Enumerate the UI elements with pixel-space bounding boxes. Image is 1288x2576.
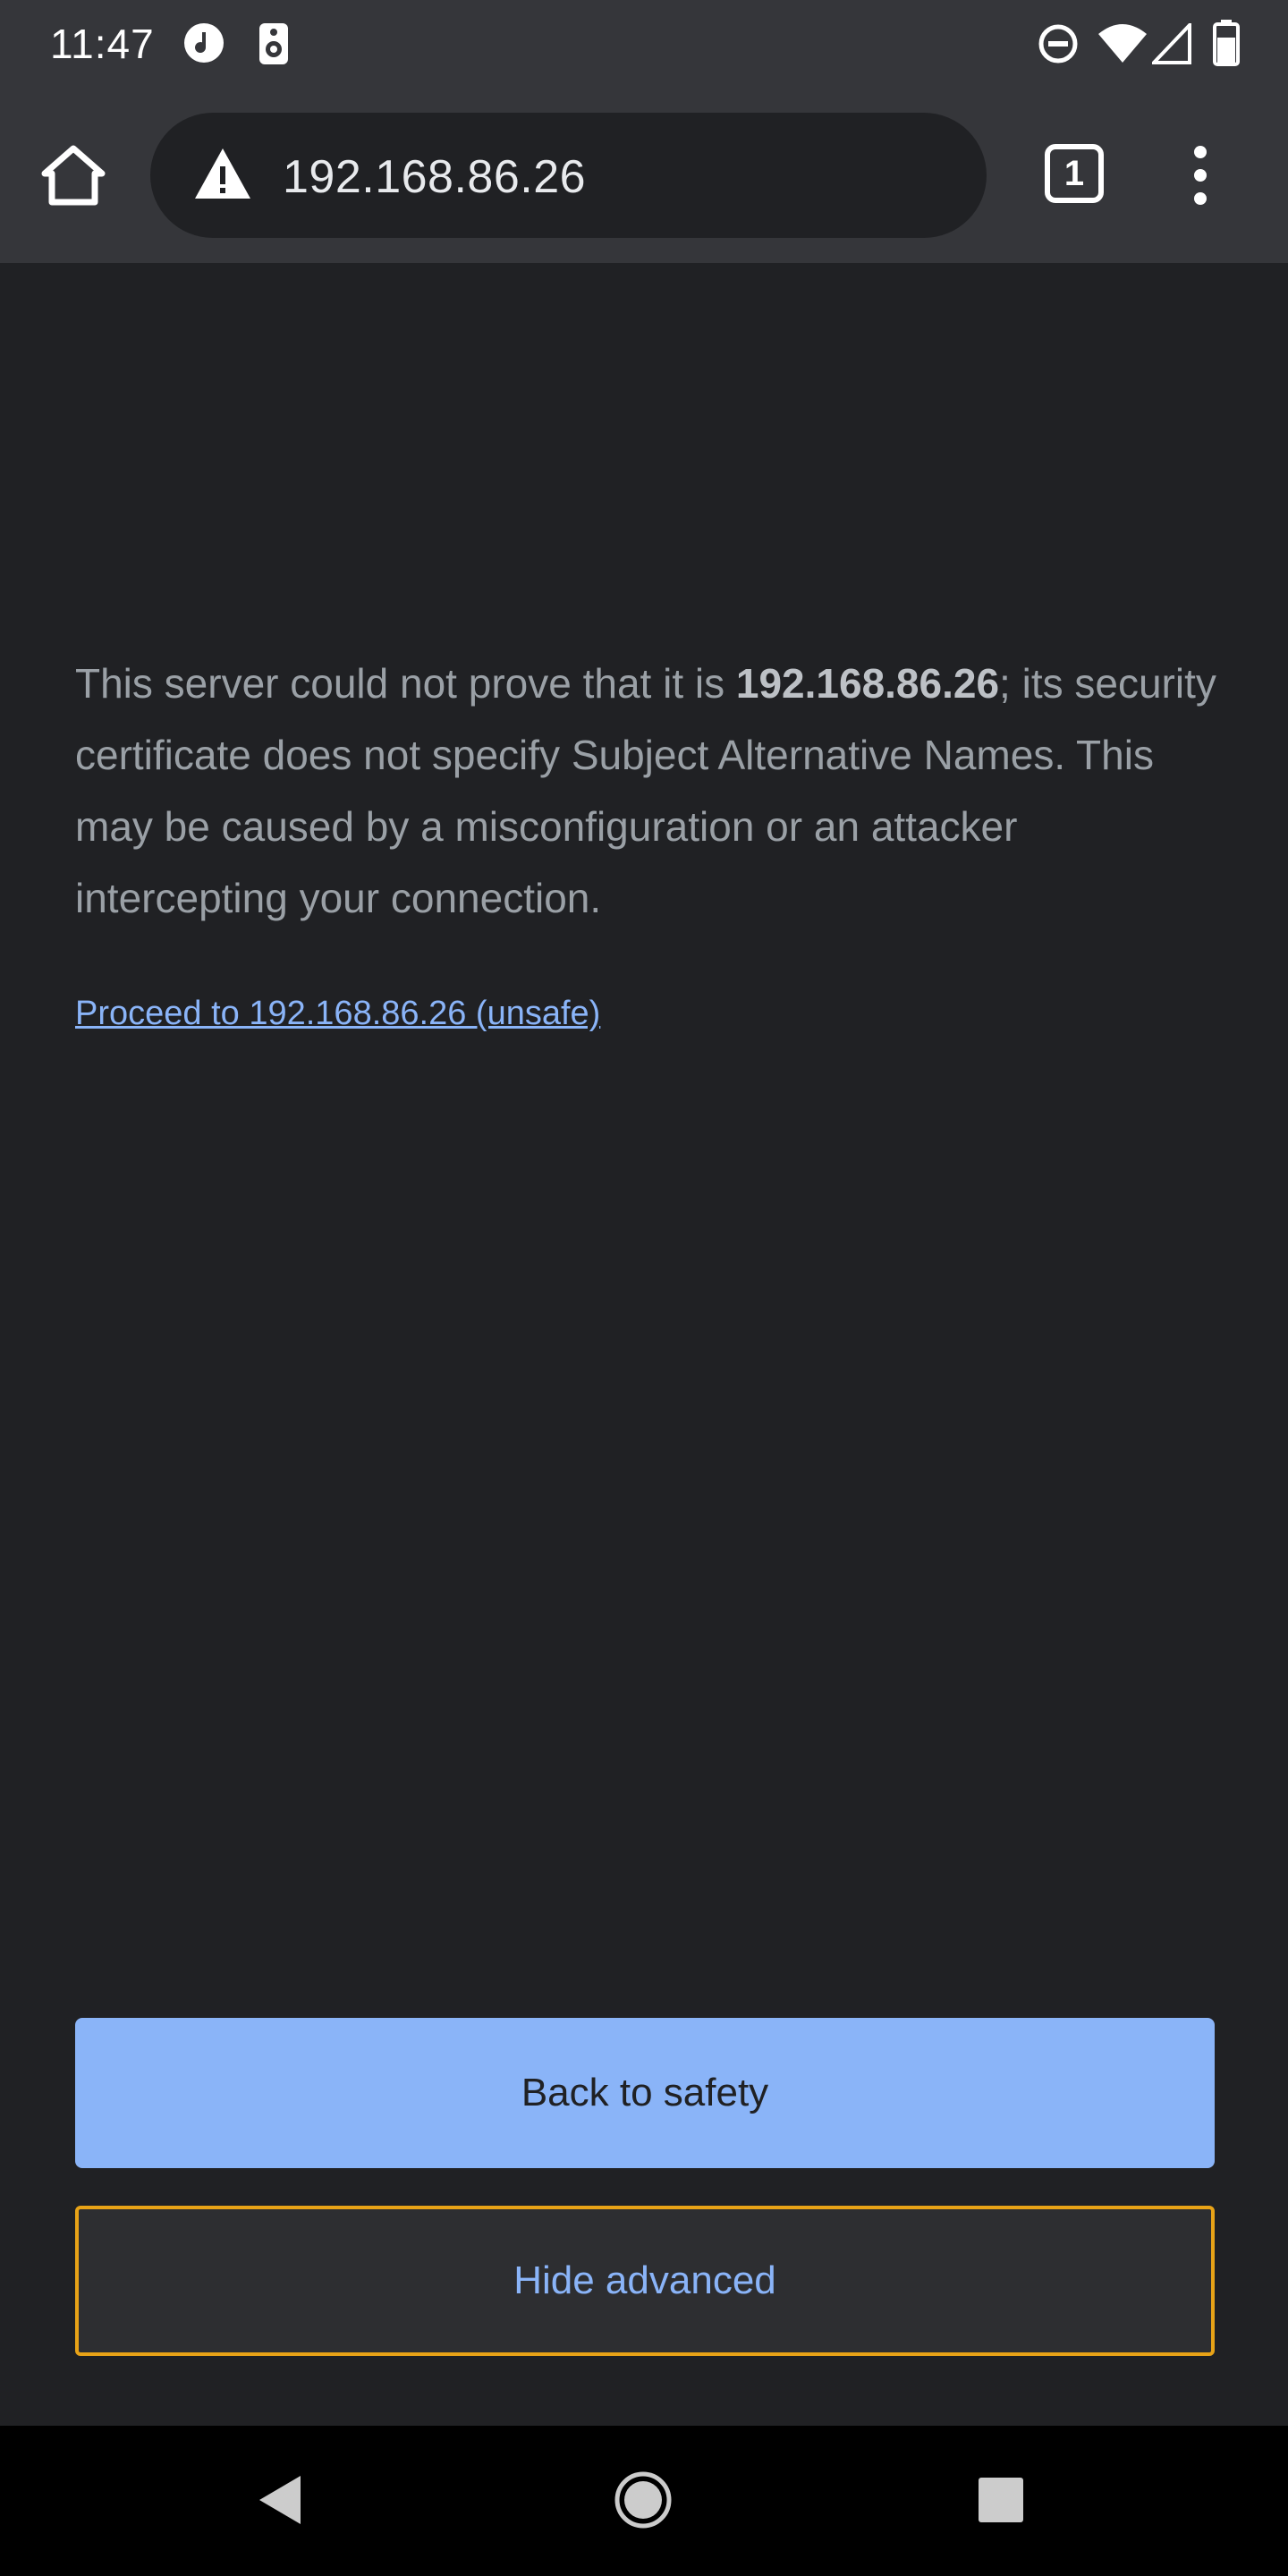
- nav-back-button[interactable]: [254, 2474, 308, 2529]
- home-button[interactable]: [39, 141, 107, 209]
- more-vert-icon: [1181, 146, 1220, 213]
- more-menu-button[interactable]: [1181, 141, 1220, 209]
- status-time: 11:47: [50, 21, 155, 67]
- explanation-pre: This server could not prove that it is: [75, 660, 736, 707]
- speaker-icon: [258, 21, 290, 66]
- tab-count: 1: [1063, 153, 1085, 193]
- cell-signal-icon: [1152, 23, 1191, 64]
- home-icon: [39, 145, 107, 213]
- home-circle-icon: [614, 2470, 673, 2534]
- wifi-icon: [1097, 21, 1148, 64]
- interstitial-content: This server could not prove that it is 1…: [0, 263, 1288, 2426]
- navigation-bar: [0, 2426, 1288, 2576]
- tab-switcher-button[interactable]: 1: [1045, 144, 1104, 203]
- hide-advanced-button[interactable]: Hide advanced: [75, 2206, 1215, 2356]
- music-note-icon: [182, 21, 225, 64]
- nav-recents-button[interactable]: [977, 2476, 1025, 2529]
- nav-home-button[interactable]: [614, 2470, 673, 2534]
- warning-icon[interactable]: [193, 147, 252, 200]
- back-to-safety-button[interactable]: Back to safety: [75, 2018, 1215, 2168]
- back-triangle-icon: [254, 2472, 308, 2532]
- battery-icon: [1213, 20, 1240, 66]
- proceed-unsafe-link[interactable]: Proceed to 192.168.86.26 (unsafe): [75, 995, 600, 1033]
- status-bar: 11:47: [0, 0, 1288, 88]
- url-text[interactable]: 192.168.86.26: [283, 150, 586, 204]
- recents-square-icon: [977, 2476, 1025, 2529]
- browser-toolbar: 192.168.86.26 1: [0, 88, 1288, 263]
- omnibox[interactable]: 192.168.86.26: [150, 113, 987, 238]
- explanation-paragraph: This server could not prove that it is 1…: [75, 648, 1229, 934]
- explanation-host: 192.168.86.26: [735, 660, 1000, 707]
- do-not-disturb-icon: [1038, 23, 1079, 64]
